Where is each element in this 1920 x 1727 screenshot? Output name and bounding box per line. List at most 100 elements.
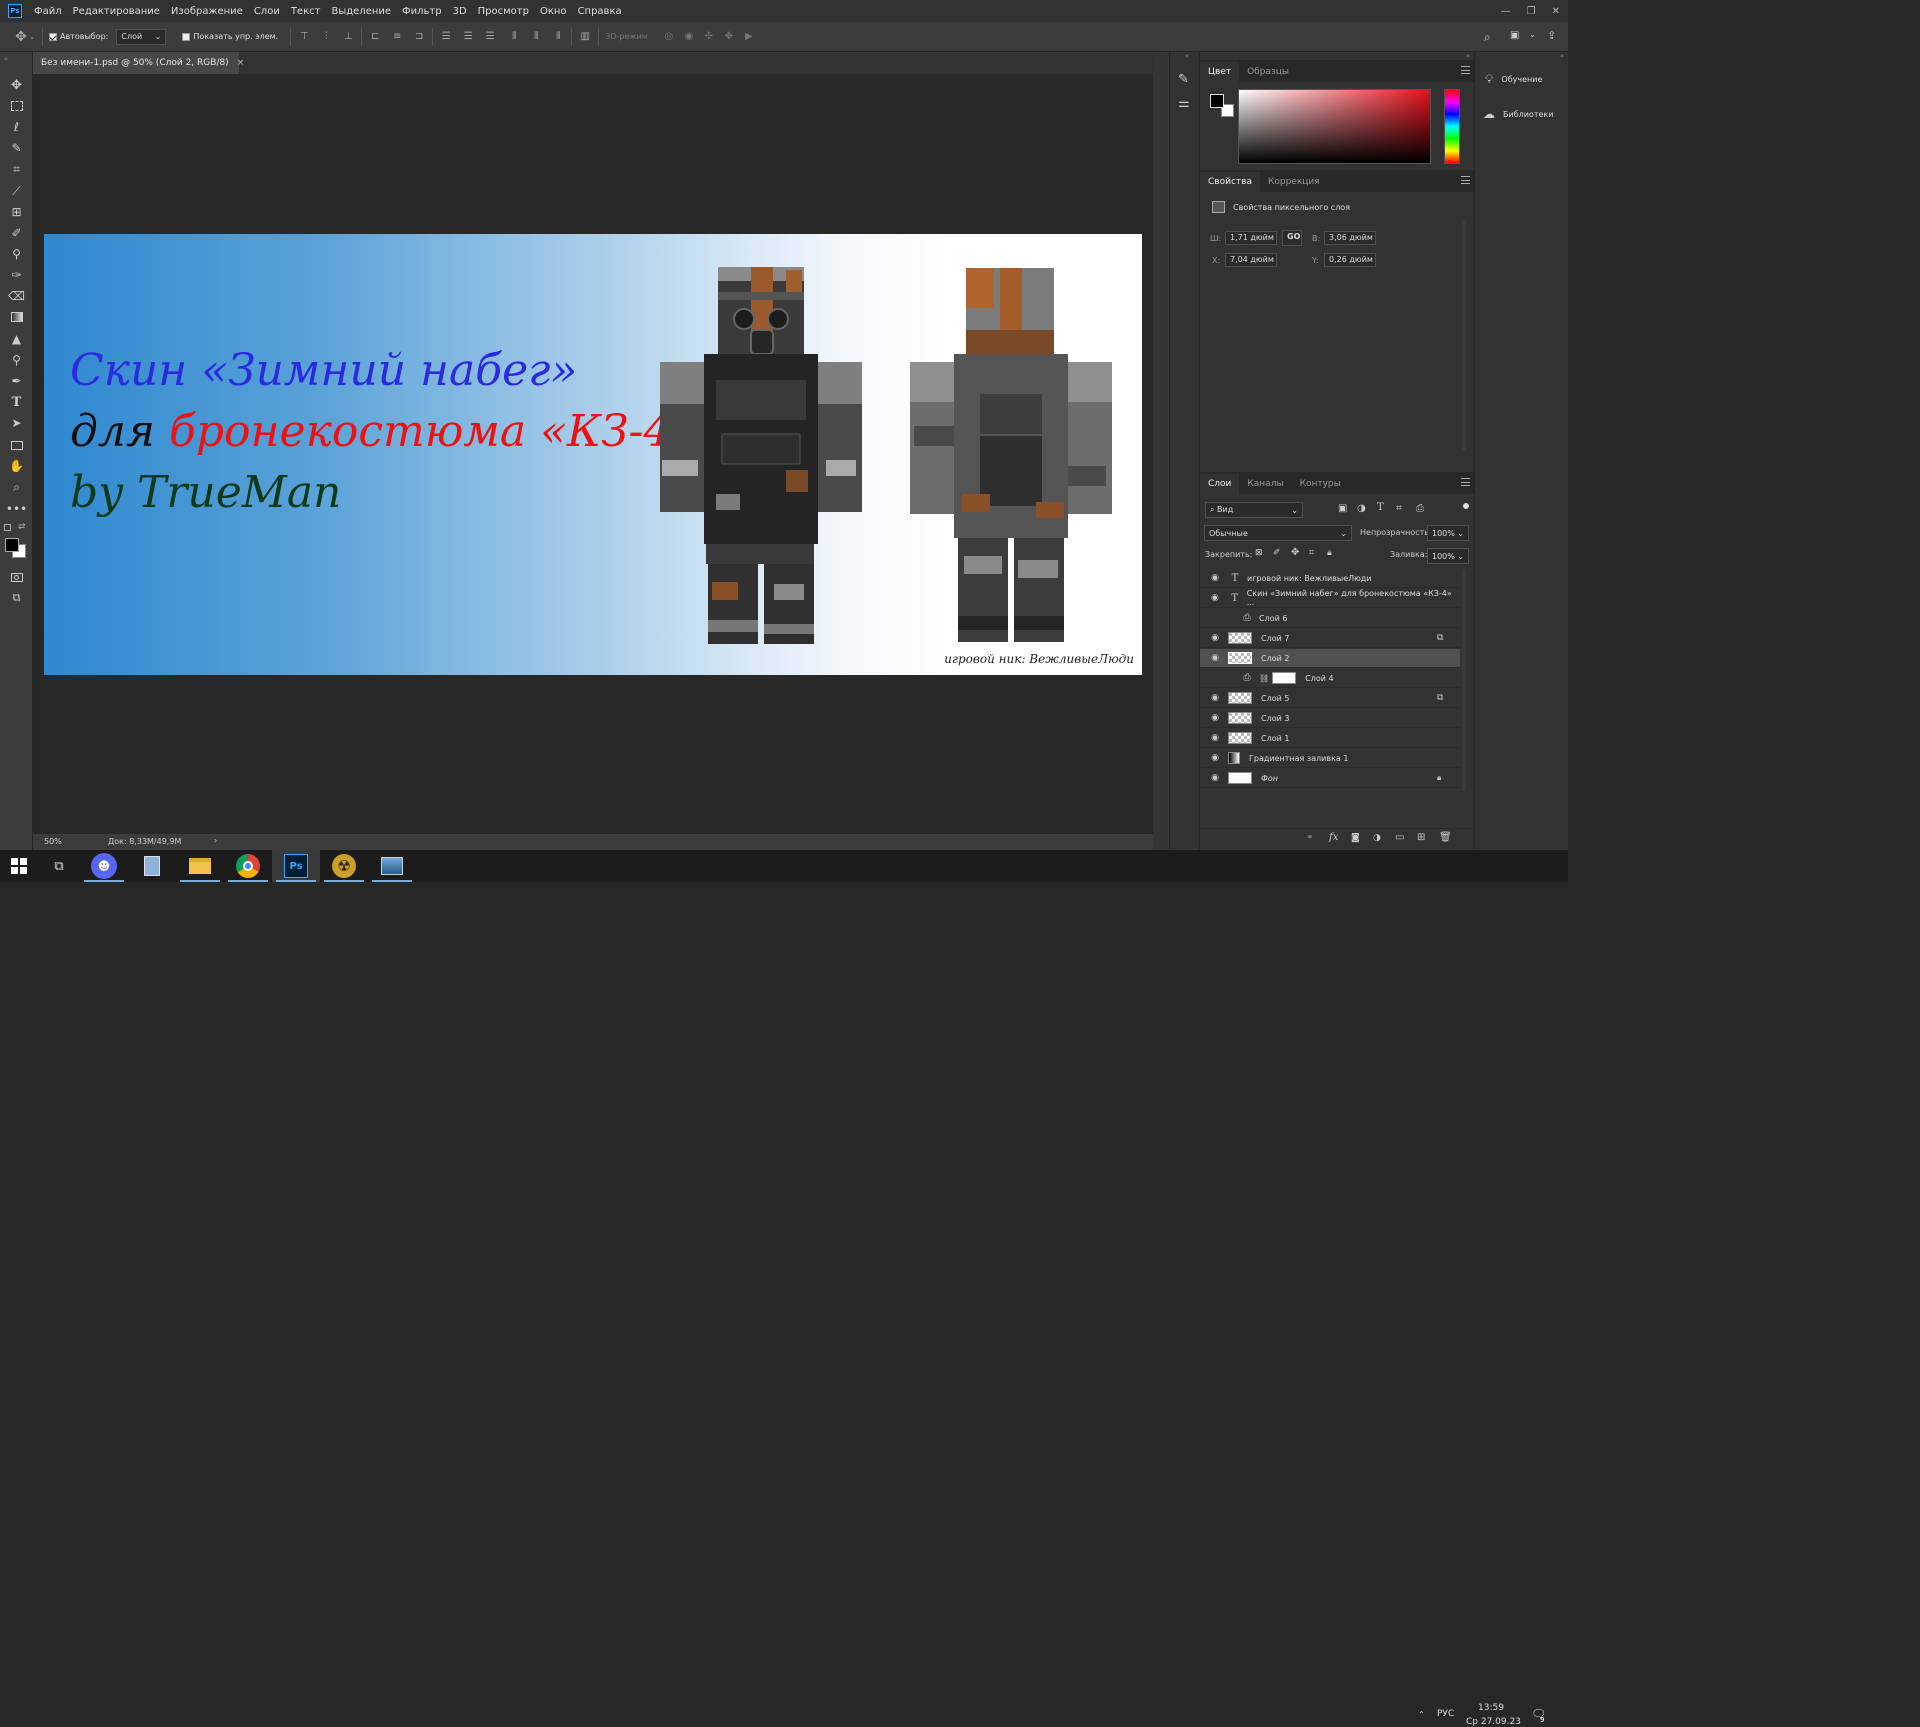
- align-left-icon[interactable]: ⊏: [368, 31, 382, 43]
- layers-scrollbar[interactable]: [1462, 569, 1466, 791]
- clock-date[interactable]: Ср 27.09.23: [1466, 1717, 1521, 1727]
- layer-row[interactable]: ◉ ⎙ Слой 6: [1200, 609, 1460, 628]
- link-proportions-button[interactable]: GO: [1282, 230, 1302, 246]
- collapse-icon[interactable]: »: [1560, 52, 1564, 60]
- tray-expand-icon[interactable]: ⌃: [1418, 1710, 1425, 1719]
- taskbar-calculator[interactable]: [128, 850, 176, 882]
- align-vcenter-icon[interactable]: ⫶: [319, 31, 333, 43]
- tab-adjustments[interactable]: Коррекция: [1260, 172, 1328, 192]
- lock-transparent-icon[interactable]: ⊠: [1255, 548, 1263, 558]
- document-tab[interactable]: Без имени-1.psd @ 50% (Слой 2, RGB/8) ×: [33, 52, 244, 74]
- eye-icon[interactable]: ◉: [1208, 773, 1222, 783]
- panel-menu-icon[interactable]: [1461, 478, 1470, 486]
- layer-row[interactable]: ◉ Слой 5 ⧉: [1200, 689, 1460, 708]
- 3d-orbit-icon[interactable]: ◎: [662, 31, 676, 43]
- distribute-top-icon[interactable]: ☰: [439, 31, 453, 43]
- eraser-tool-icon[interactable]: ⌫: [8, 288, 25, 304]
- eyedropper-icon[interactable]: ⟋: [8, 183, 25, 199]
- filter-shape-icon[interactable]: ⌗: [1396, 503, 1402, 514]
- share-icon[interactable]: ⇪: [1547, 29, 1556, 42]
- eye-icon[interactable]: ◉: [1208, 693, 1222, 703]
- menu-image[interactable]: Изображение: [171, 6, 243, 17]
- minimize-icon[interactable]: —: [1501, 6, 1511, 17]
- layer-filter-dropdown[interactable]: ⌕ Вид ⌄: [1205, 502, 1303, 518]
- language-indicator[interactable]: РУС: [1437, 1709, 1454, 1719]
- restore-icon[interactable]: ❐: [1527, 6, 1536, 17]
- chevron-down-icon[interactable]: ⌄: [28, 31, 36, 43]
- lock-all-icon[interactable]: 🔒︎: [1327, 548, 1332, 558]
- gradient-tool-icon[interactable]: [8, 309, 25, 325]
- fill-field[interactable]: 100% ⌄: [1427, 548, 1469, 564]
- menu-help[interactable]: Справка: [578, 6, 622, 17]
- panel-menu-icon[interactable]: [1461, 176, 1470, 184]
- workspace-icon[interactable]: ▣: [1510, 30, 1519, 41]
- menu-layers[interactable]: Слои: [254, 6, 280, 17]
- layer-row[interactable]: ◉ T Скин «Зимний набег» для бронекостюма…: [1200, 589, 1460, 608]
- collapse-icon[interactable]: «: [1185, 52, 1189, 60]
- taskbar-game[interactable]: ☢: [320, 850, 368, 882]
- move-tool-icon[interactable]: ✥: [8, 77, 25, 93]
- close-window-icon[interactable]: ✕: [1552, 6, 1560, 17]
- taskbar-photos[interactable]: [368, 850, 416, 882]
- show-transform-checkbox[interactable]: [182, 32, 191, 41]
- layer-row[interactable]: ◉ T игровой ник: ВежливыеЛюди: [1200, 569, 1460, 588]
- delete-layer-icon[interactable]: 🗑︎: [1439, 832, 1452, 843]
- filter-type-icon[interactable]: T: [1377, 502, 1384, 513]
- menu-select[interactable]: Выделение: [331, 6, 391, 17]
- layer-row[interactable]: ◉ Слой 1: [1200, 729, 1460, 748]
- adjustments-icon[interactable]: ⚌: [1178, 96, 1190, 111]
- brush-tool-icon[interactable]: ✐: [8, 225, 25, 241]
- swap-colors-icon[interactable]: ⇄: [18, 522, 26, 532]
- path-select-icon[interactable]: ➤: [8, 415, 25, 431]
- blur-tool-icon[interactable]: ▲: [8, 331, 25, 347]
- eye-icon[interactable]: ◉: [1208, 713, 1222, 723]
- layer-row[interactable]: ◉ Градиентная заливка 1: [1200, 749, 1460, 768]
- zoom-level[interactable]: 50%: [44, 837, 62, 846]
- filter-toggle[interactable]: [1463, 503, 1469, 509]
- zoom-tool-icon[interactable]: ⌕: [8, 479, 25, 495]
- status-menu-arrow[interactable]: ›: [214, 836, 217, 845]
- shape-tool-icon[interactable]: [8, 437, 25, 453]
- more-tools-icon[interactable]: •••: [6, 501, 27, 517]
- panel-menu-icon[interactable]: [1461, 66, 1470, 74]
- eye-icon[interactable]: ◉: [1208, 653, 1222, 663]
- close-tab-icon[interactable]: ×: [237, 58, 245, 68]
- width-field[interactable]: 1,71 дюйм: [1225, 231, 1277, 245]
- layer-row[interactable]: ◉ Слой 3: [1200, 709, 1460, 728]
- link-layers-icon[interactable]: ⚭: [1306, 833, 1314, 843]
- hand-tool-icon[interactable]: ✋: [8, 458, 25, 474]
- eye-icon[interactable]: ◉: [1208, 733, 1222, 743]
- tab-layers[interactable]: Слои: [1200, 474, 1240, 494]
- lock-artboard-icon[interactable]: ⌗: [1309, 548, 1314, 558]
- taskbar-explorer[interactable]: [176, 850, 224, 882]
- 3d-slide-icon[interactable]: ✥: [722, 31, 736, 43]
- foreground-color-swatch[interactable]: [5, 538, 19, 552]
- tab-properties[interactable]: Свойства: [1200, 172, 1260, 192]
- lasso-tool-icon[interactable]: ℓ: [8, 119, 25, 135]
- new-layer-icon[interactable]: ⊞: [1417, 832, 1425, 843]
- collapse-icon[interactable]: »: [1466, 52, 1470, 60]
- align-right-icon[interactable]: ⊐: [412, 31, 426, 43]
- search-icon[interactable]: ⌕: [1484, 30, 1491, 45]
- menu-view[interactable]: Просмотр: [478, 6, 529, 17]
- pen-tool-icon[interactable]: ✒: [8, 373, 25, 389]
- filter-pixel-icon[interactable]: ▣: [1338, 503, 1347, 514]
- history-brush-icon[interactable]: ✑: [8, 267, 25, 283]
- eye-icon[interactable]: ◉: [1208, 753, 1222, 763]
- tab-channels[interactable]: Каналы: [1239, 474, 1291, 494]
- distribute-right-icon[interactable]: ⫴: [551, 31, 565, 43]
- menu-file[interactable]: Файл: [34, 6, 62, 17]
- fx-icon[interactable]: fx: [1329, 832, 1338, 843]
- x-field[interactable]: 7,04 дюйм: [1225, 253, 1277, 267]
- align-hcenter-icon[interactable]: ≡: [390, 31, 404, 43]
- type-tool-icon[interactable]: T: [8, 394, 25, 410]
- align-bottom-icon[interactable]: ⊥: [341, 31, 355, 43]
- quick-select-icon[interactable]: ✎: [8, 140, 25, 156]
- banner-canvas[interactable]: Скин «Зимний набег» для бронекостюма «КЗ…: [44, 234, 1142, 675]
- layer-row-selected[interactable]: ◉ Слой 2: [1200, 649, 1460, 668]
- filter-adjustment-icon[interactable]: ◑: [1357, 503, 1366, 514]
- vertical-scrollbar[interactable]: [1153, 52, 1169, 850]
- learn-button[interactable]: 💡︎ Обучение: [1485, 72, 1542, 87]
- fg-swatch[interactable]: [1210, 94, 1224, 108]
- auto-align-icon[interactable]: ▥: [578, 31, 592, 43]
